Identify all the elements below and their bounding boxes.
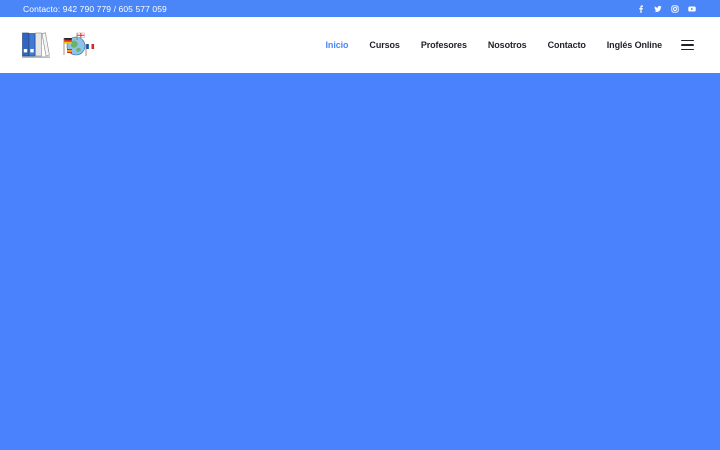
hero-section bbox=[0, 73, 720, 450]
main-nav: Inicio Cursos Profesores Nosotros Contac… bbox=[326, 40, 694, 50]
facebook-icon[interactable] bbox=[637, 4, 645, 13]
nav-item-ingles-online[interactable]: Inglés Online bbox=[607, 40, 662, 50]
twitter-icon[interactable] bbox=[654, 5, 662, 13]
nav-item-inicio[interactable]: Inicio bbox=[326, 40, 349, 50]
books-logo-icon bbox=[22, 32, 50, 58]
site-logo[interactable] bbox=[22, 30, 96, 60]
flags-globe-logo-icon bbox=[63, 32, 95, 56]
nav-item-contacto[interactable]: Contacto bbox=[548, 40, 586, 50]
site-header: Inicio Cursos Profesores Nosotros Contac… bbox=[0, 17, 720, 73]
youtube-icon[interactable] bbox=[688, 5, 696, 13]
nav-item-profesores[interactable]: Profesores bbox=[421, 40, 467, 50]
contact-info: Contacto: 942 790 779 / 605 577 059 bbox=[23, 3, 167, 14]
nav-item-cursos[interactable]: Cursos bbox=[369, 40, 400, 50]
top-bar: Contacto: 942 790 779 / 605 577 059 bbox=[0, 0, 720, 17]
hamburger-menu-icon[interactable] bbox=[681, 40, 694, 50]
social-links bbox=[637, 4, 696, 13]
instagram-icon[interactable] bbox=[671, 4, 679, 13]
nav-item-nosotros[interactable]: Nosotros bbox=[488, 40, 527, 50]
